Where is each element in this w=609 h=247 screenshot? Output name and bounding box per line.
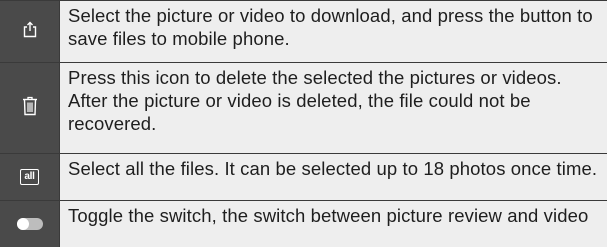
icon-cell: all [0,154,60,200]
icon-cell [0,1,60,62]
table-row: Toggle the switch, the switch between pi… [0,201,607,247]
icon-cell [0,63,60,153]
icon-description-table: Select the picture or video to download,… [0,0,607,247]
table-row: all Select all the files. It can be sele… [0,154,607,201]
description-text: Select the picture or video to download,… [60,1,607,62]
table-row: Press this icon to delete the selected t… [0,63,607,154]
table-row: Select the picture or video to download,… [0,1,607,63]
download-icon [22,21,38,43]
description-text: Press this icon to delete the selected t… [60,63,607,153]
toggle-knob [16,218,29,230]
trash-icon [22,96,38,121]
icon-cell [0,201,60,247]
description-text: Toggle the switch, the switch between pi… [60,201,607,247]
select-all-icon: all [20,169,39,185]
toggle-switch-icon [16,218,43,230]
description-text: Select all the files. It can be selected… [60,154,607,200]
